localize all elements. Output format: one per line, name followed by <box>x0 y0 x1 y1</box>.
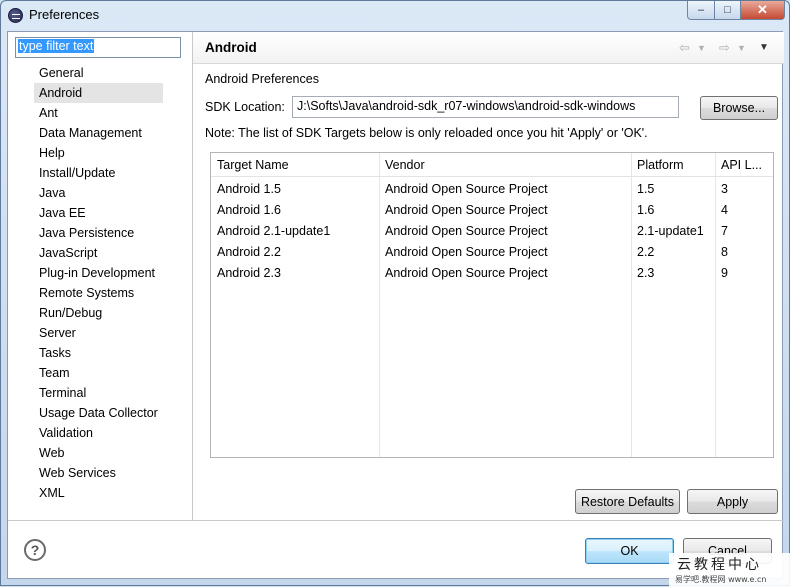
tree-item-xml[interactable]: XML <box>34 483 163 503</box>
help-icon[interactable]: ? <box>24 539 46 561</box>
cell-target-name: Android 1.6 <box>217 203 281 217</box>
table-row[interactable]: Android 2.3 Android Open Source Project 2.… <box>211 263 773 284</box>
cell-target-name: Android 2.2 <box>217 245 281 259</box>
page-title: Android <box>205 40 257 55</box>
forward-arrow-icon[interactable]: ⇨ <box>719 40 730 56</box>
cell-platform: 2.3 <box>637 266 655 280</box>
tree-item-run-debug[interactable]: Run/Debug <box>34 303 163 323</box>
button-bar-separator <box>8 520 784 521</box>
eclipse-app-icon <box>8 8 23 23</box>
cell-platform: 1.5 <box>637 182 655 196</box>
cell-platform: 2.2 <box>637 245 655 259</box>
cell-vendor: Android Open Source Project <box>385 203 548 217</box>
tree-item-ant[interactable]: Ant <box>34 103 163 123</box>
watermark: 云教程中心 易学吧.教程网 www.e.cn <box>669 553 790 587</box>
window-title: Preferences <box>29 7 100 22</box>
table-header: Target Name Vendor Platform API L... <box>211 153 773 177</box>
browse-button[interactable]: Browse... <box>700 96 778 120</box>
sdk-location-input[interactable]: J:\Softs\Java\android-sdk_r07-windows\an… <box>292 96 679 118</box>
cell-api-level: 7 <box>721 224 728 238</box>
cell-api-level: 4 <box>721 203 728 217</box>
column-header-api-level[interactable]: API L... <box>715 153 762 177</box>
cell-vendor: Android Open Source Project <box>385 224 548 238</box>
title-bar[interactable]: Preferences – □ ✕ <box>1 1 789 29</box>
tree-item-javascript[interactable]: JavaScript <box>34 243 163 263</box>
close-icon: ✕ <box>757 2 768 17</box>
filter-input-text: type filter text <box>18 39 95 53</box>
cell-vendor: Android Open Source Project <box>385 245 548 259</box>
cell-vendor: Android Open Source Project <box>385 266 548 280</box>
tree-item-data-management[interactable]: Data Management <box>34 123 163 143</box>
table-row[interactable]: Android 2.1-update1 Android Open Source P… <box>211 221 773 242</box>
cell-vendor: Android Open Source Project <box>385 182 548 196</box>
restore-defaults-button[interactable]: Restore Defaults <box>575 489 680 514</box>
view-menu-icon[interactable]: ▼ <box>759 42 769 53</box>
cell-api-level: 9 <box>721 266 728 280</box>
ok-button[interactable]: OK <box>585 538 674 564</box>
tree-item-java-ee[interactable]: Java EE <box>34 203 163 223</box>
column-header-target-name[interactable]: Target Name <box>211 153 289 177</box>
tree-item-usage-data-collector[interactable]: Usage Data Collector <box>34 403 163 423</box>
tree-item-java-persistence[interactable]: Java Persistence <box>34 223 163 243</box>
tree-item-team[interactable]: Team <box>34 363 163 383</box>
table-row[interactable]: Android 1.5 Android Open Source Project 1.… <box>211 179 773 200</box>
tree-item-plug-in-development[interactable]: Plug-in Development <box>34 263 163 283</box>
tree-item-java[interactable]: Java <box>34 183 163 203</box>
back-dropdown-icon[interactable]: ▼ <box>697 43 706 53</box>
tree-item-validation[interactable]: Validation <box>34 423 163 443</box>
sdk-note-text: Note: The list of SDK Targets below is o… <box>205 126 648 140</box>
column-header-platform[interactable]: Platform <box>631 153 684 177</box>
tree-item-general[interactable]: General <box>34 63 163 83</box>
cell-target-name: Android 2.1-update1 <box>217 224 331 238</box>
tree-item-web-services[interactable]: Web Services <box>34 463 163 483</box>
maximize-icon: □ <box>724 4 731 16</box>
page-subtitle: Android Preferences <box>205 72 319 86</box>
cell-target-name: Android 2.3 <box>217 266 281 280</box>
panel-splitter[interactable] <box>192 32 193 520</box>
sdk-location-label: SDK Location: <box>205 100 285 114</box>
tree-item-server[interactable]: Server <box>34 323 163 343</box>
tree-item-install-update[interactable]: Install/Update <box>34 163 163 183</box>
filter-input[interactable]: type filter text <box>15 37 181 58</box>
tree-item-terminal[interactable]: Terminal <box>34 383 163 403</box>
tree-item-tasks[interactable]: Tasks <box>34 343 163 363</box>
watermark-main-text: 云教程中心 <box>677 557 762 573</box>
minimize-icon: – <box>697 4 705 16</box>
forward-dropdown-icon[interactable]: ▼ <box>737 43 746 53</box>
tree-item-remote-systems[interactable]: Remote Systems <box>34 283 163 303</box>
table-row[interactable]: Android 1.6 Android Open Source Project 1.… <box>211 200 773 221</box>
cell-target-name: Android 1.5 <box>217 182 281 196</box>
preferences-window: Preferences – □ ✕ type filter text Gener… <box>0 0 790 587</box>
tree-item-android[interactable]: Android <box>34 83 163 103</box>
cell-platform: 2.1-update1 <box>637 224 704 238</box>
window-controls: – □ ✕ <box>687 1 785 20</box>
page-header: Android ⇦ ▼ ⇨ ▼ ▼ <box>193 32 784 64</box>
apply-button[interactable]: Apply <box>687 489 778 514</box>
close-button[interactable]: ✕ <box>741 1 785 20</box>
dialog-client-area: type filter text General Android Ant Data M… <box>7 31 784 579</box>
sdk-targets-table: Target Name Vendor Platform API L... And… <box>210 152 774 458</box>
cell-api-level: 8 <box>721 245 728 259</box>
cell-api-level: 3 <box>721 182 728 196</box>
tree-item-help[interactable]: Help <box>34 143 163 163</box>
column-header-vendor[interactable]: Vendor <box>379 153 425 177</box>
maximize-button[interactable]: □ <box>715 1 741 20</box>
preference-tree: General Android Ant Data Management Help Inst… <box>34 63 163 503</box>
back-arrow-icon[interactable]: ⇦ <box>679 40 690 56</box>
watermark-sub-text: 易学吧.教程网 www.e.cn <box>675 575 767 584</box>
table-row[interactable]: Android 2.2 Android Open Source Project 2.… <box>211 242 773 263</box>
tree-item-web[interactable]: Web <box>34 443 163 463</box>
minimize-button[interactable]: – <box>687 1 715 20</box>
cell-platform: 1.6 <box>637 203 655 217</box>
